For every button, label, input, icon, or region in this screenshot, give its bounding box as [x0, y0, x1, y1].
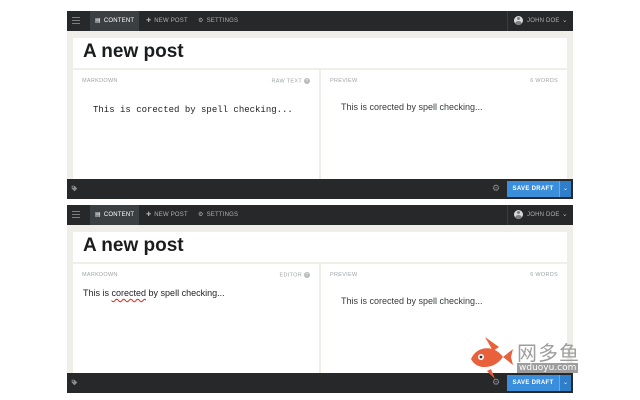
editor-mode-toggle[interactable]: RAW TEXT? — [271, 78, 310, 84]
chevron-down-icon: ⌄ — [561, 211, 568, 218]
watermark-chinese: 网多鱼 — [517, 341, 580, 365]
editor-footer: ⚙ SAVE DRAFT ⌄ — [67, 179, 573, 199]
avatar — [514, 16, 523, 25]
editor-screenshot-raw-text: ▤ CONTENT ✚ NEW POST ⚙ SETTINGS JOHN DOE ⌄ … — [67, 11, 573, 199]
plus-icon: ✚ — [146, 212, 152, 218]
top-navigation-bar: ▤ CONTENT ✚ NEW POST ⚙ SETTINGS JOHN DOE ⌄ — [67, 205, 573, 225]
rich-text-editor[interactable]: MARKDOWN EDITOR? This is corected by spe… — [73, 264, 319, 373]
watermark-domain: wduoyu.com — [517, 363, 579, 373]
avatar — [514, 210, 523, 219]
preview-label: PREVIEW — [330, 272, 358, 278]
settings-icon: ⚙ — [198, 212, 204, 218]
editor-label: MARKDOWN — [82, 272, 118, 278]
preview-text: This is corected by spell checking... — [341, 102, 483, 112]
tab-new-post[interactable]: ✚ NEW POST — [141, 205, 193, 225]
content-icon: ▤ — [95, 212, 101, 218]
plus-icon: ✚ — [146, 18, 152, 24]
tab-new-post[interactable]: ✚ NEW POST — [141, 11, 193, 31]
chevron-down-icon: ⌄ — [561, 17, 568, 24]
help-icon[interactable]: ? — [304, 78, 310, 84]
preview-pane: PREVIEW 6 WORDS This is corected by spel… — [321, 70, 567, 179]
user-menu[interactable]: JOHN DOE ⌄ — [507, 11, 573, 31]
markdown-editor[interactable]: MARKDOWN RAW TEXT? This is corected by s… — [73, 70, 319, 179]
post-title: A new post — [83, 41, 184, 62]
user-menu[interactable]: JOHN DOE ⌄ — [507, 205, 573, 225]
hamburger-menu-icon[interactable] — [72, 17, 80, 25]
settings-icon: ⚙ — [198, 18, 204, 24]
tab-settings[interactable]: ⚙ SETTINGS — [193, 205, 243, 225]
editor-mode-toggle[interactable]: EDITOR? — [280, 272, 310, 278]
watermark: 网多鱼 wduoyu.com — [465, 333, 605, 383]
preview-text: This is corected by spell checking... — [341, 296, 483, 306]
user-name: JOHN DOE — [527, 18, 560, 24]
fish-logo-icon — [471, 337, 513, 379]
save-draft-button[interactable]: SAVE DRAFT — [507, 181, 559, 197]
help-icon[interactable]: ? — [304, 272, 310, 278]
word-count: 6 WORDS — [530, 78, 558, 84]
tag-icon[interactable] — [71, 185, 78, 192]
editor-text[interactable]: This is corected by spell checking... — [83, 288, 225, 298]
tab-settings[interactable]: ⚙ SETTINGS — [193, 11, 243, 31]
gear-icon[interactable]: ⚙ — [492, 183, 500, 194]
tag-icon[interactable] — [71, 379, 78, 386]
preview-label: PREVIEW — [330, 78, 358, 84]
post-title-field[interactable]: A new post — [73, 232, 567, 262]
save-options-dropdown[interactable]: ⌄ — [559, 181, 571, 197]
content-icon: ▤ — [95, 18, 101, 24]
top-navigation-bar: ▤ CONTENT ✚ NEW POST ⚙ SETTINGS JOHN DOE ⌄ — [67, 11, 573, 31]
post-title-field[interactable]: A new post — [73, 38, 567, 68]
tab-content[interactable]: ▤ CONTENT — [90, 11, 140, 31]
post-title: A new post — [83, 235, 184, 256]
editor-text[interactable]: This is corected by spell checking... — [93, 105, 293, 115]
tab-content[interactable]: ▤ CONTENT — [90, 205, 140, 225]
editor-label: MARKDOWN — [82, 78, 118, 84]
hamburger-menu-icon[interactable] — [72, 211, 80, 219]
word-count: 6 WORDS — [530, 272, 558, 278]
user-name: JOHN DOE — [527, 212, 560, 218]
misspelled-word[interactable]: corected — [112, 288, 147, 298]
